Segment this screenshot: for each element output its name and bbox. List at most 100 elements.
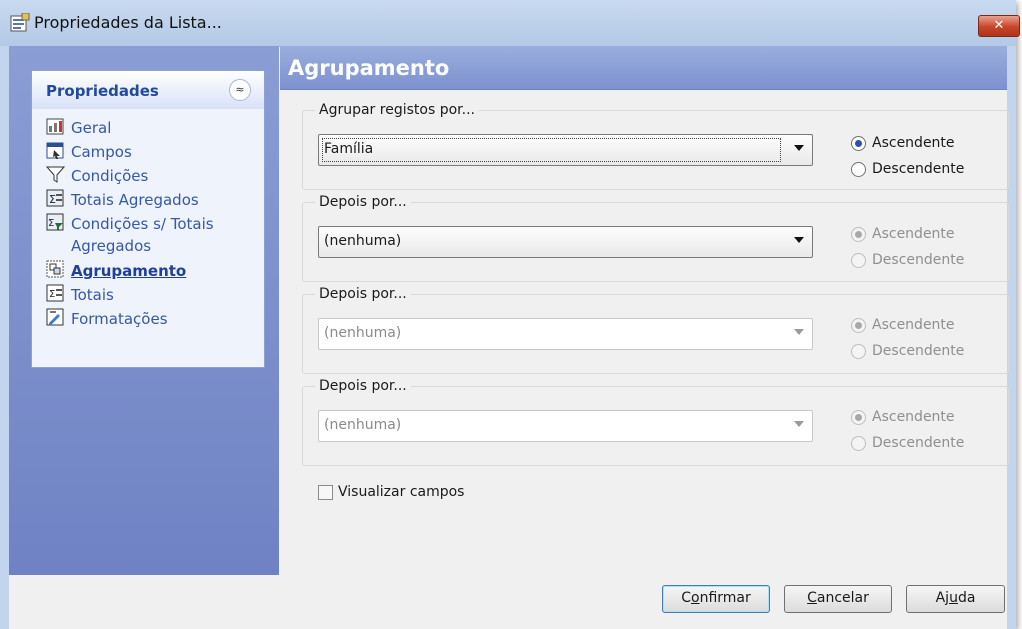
show-fields-checkbox[interactable]: Visualizar campos xyxy=(318,484,464,500)
title-bar[interactable]: Propriedades da Lista... ✕ xyxy=(0,0,1020,47)
radio-label: Ascendente xyxy=(872,317,955,333)
radio-ascendente-3[interactable]: Ascendente xyxy=(851,317,955,333)
group-field-select-3[interactable]: (nenhuma) xyxy=(318,318,813,350)
focus-rectangle xyxy=(322,138,781,162)
group-legend: Depois por... xyxy=(315,194,411,210)
properties-panel-header[interactable]: Propriedades ≈ xyxy=(32,71,264,109)
fields-icon xyxy=(46,142,64,159)
aggregate-totals-icon: Σ xyxy=(46,189,64,207)
radio-ascendente-1[interactable]: Ascendente xyxy=(851,135,955,151)
collapse-button[interactable]: ≈ xyxy=(229,79,251,101)
confirm-label-pre: C xyxy=(681,590,691,606)
sidebar-item-campos[interactable]: Campos xyxy=(46,141,132,163)
select-value: (nenhuma) xyxy=(324,417,402,433)
chevron-up-double-icon: ≈ xyxy=(235,83,245,96)
sidebar-item-geral[interactable]: Geral xyxy=(46,117,111,139)
radio-button[interactable] xyxy=(851,161,866,177)
confirm-button[interactable]: Confirmar xyxy=(662,585,770,613)
properties-panel-body: Geral Campos Condições Σ Totais Agregado… xyxy=(32,109,264,367)
close-icon: ✕ xyxy=(993,18,1005,33)
radio-label: Ascendente xyxy=(872,226,955,242)
radio-button[interactable] xyxy=(851,435,866,451)
help-label-post: da xyxy=(957,590,976,606)
select-value: (nenhuma) xyxy=(324,325,402,341)
help-label-accel: u xyxy=(949,590,958,606)
group-field-select-1[interactable]: Família xyxy=(318,134,813,166)
select-value: Família xyxy=(324,141,374,157)
properties-panel: Propriedades ≈ Geral Campos Condições Σ … xyxy=(31,70,265,368)
radio-button[interactable] xyxy=(851,252,866,268)
sidebar: Propriedades ≈ Geral Campos Condições Σ … xyxy=(9,46,279,575)
sidebar-item-totais-agregados[interactable]: Σ Totais Agregados xyxy=(46,189,199,211)
radio-label: Ascendente xyxy=(872,409,955,425)
list-properties-icon xyxy=(10,13,30,32)
sidebar-item-label: Agrupamento xyxy=(71,262,187,280)
confirm-label-post: nfirmar xyxy=(699,590,751,606)
sidebar-item-label: Condições s/ Totais Agregados xyxy=(71,213,214,257)
chevron-down-icon xyxy=(794,145,804,151)
radio-button[interactable] xyxy=(851,409,866,425)
radio-label: Ascendente xyxy=(872,135,955,151)
radio-label: Descendente xyxy=(872,435,965,451)
radio-descendente-4[interactable]: Descendente xyxy=(851,435,964,451)
select-value: (nenhuma) xyxy=(324,233,402,249)
cancel-label-post: ancelar xyxy=(816,590,869,606)
svg-text:Σ: Σ xyxy=(49,193,56,206)
group-by-quaternary: Depois por... (nenhuma) Ascendente Desce… xyxy=(302,378,1009,466)
aggregate-conditions-icon: Σ xyxy=(46,213,64,231)
chevron-down-icon xyxy=(794,329,804,335)
radio-button[interactable] xyxy=(851,226,866,242)
checkbox-label: Visualizar campos xyxy=(338,484,465,500)
page-title: Agrupamento xyxy=(288,56,450,80)
radio-ascendente-4[interactable]: Ascendente xyxy=(851,409,955,425)
sidebar-item-condicoes[interactable]: Condições xyxy=(46,165,148,187)
group-by-primary: Agrupar registos por... Família Ascenden… xyxy=(302,102,1009,190)
sidebar-item-condicoes-totais-agregados[interactable]: Σ Condições s/ Totais Agregados xyxy=(46,213,214,257)
sidebar-item-label: Geral xyxy=(71,119,112,137)
group-by-secondary: Depois por... (nenhuma) Ascendente Desce… xyxy=(302,194,1009,282)
sidebar-item-agrupamento[interactable]: Agrupamento xyxy=(46,260,186,282)
content-header: Agrupamento xyxy=(280,46,1007,90)
properties-dialog: Propriedades da Lista... ✕ Propriedades … xyxy=(0,0,1020,629)
sidebar-item-label-line2: Agregados xyxy=(71,237,152,255)
sidebar-item-label: Campos xyxy=(71,143,132,161)
radio-button[interactable] xyxy=(851,135,866,151)
radio-descendente-1[interactable]: Descendente xyxy=(851,161,964,177)
sidebar-item-label: Formatações xyxy=(71,310,168,328)
radio-descendente-3[interactable]: Descendente xyxy=(851,343,964,359)
group-legend: Agrupar registos por... xyxy=(315,102,479,118)
group-by-tertiary: Depois por... (nenhuma) Ascendente Desce… xyxy=(302,286,1009,374)
group-field-select-4[interactable]: (nenhuma) xyxy=(318,410,813,442)
sidebar-item-label-line1: Condições s/ Totais xyxy=(71,215,214,233)
sidebar-item-label: Totais xyxy=(71,286,114,304)
properties-panel-title: Propriedades xyxy=(46,82,159,100)
radio-label: Descendente xyxy=(872,252,965,268)
sidebar-item-formatacoes[interactable]: Formatações xyxy=(46,308,168,330)
filter-icon xyxy=(46,166,65,183)
sidebar-item-label: Totais Agregados xyxy=(71,191,199,209)
radio-button[interactable] xyxy=(851,343,866,359)
grouping-icon xyxy=(46,260,64,278)
radio-descendente-2[interactable]: Descendente xyxy=(851,252,964,268)
radio-label: Descendente xyxy=(872,161,965,177)
window-border-left xyxy=(0,46,9,629)
help-button[interactable]: Ajuda xyxy=(906,585,1005,613)
group-legend: Depois por... xyxy=(315,286,411,302)
sidebar-item-label: Condições xyxy=(71,167,149,185)
help-label-pre: Aj xyxy=(935,590,950,606)
confirm-label-accel: o xyxy=(691,590,700,606)
group-field-select-2[interactable]: (nenhuma) xyxy=(318,226,813,258)
radio-button[interactable] xyxy=(851,317,866,333)
sidebar-item-totais[interactable]: Σ Totais xyxy=(46,284,114,306)
radio-label: Descendente xyxy=(872,343,965,359)
chevron-down-icon xyxy=(794,421,804,427)
radio-ascendente-2[interactable]: Ascendente xyxy=(851,226,955,242)
chevron-down-icon xyxy=(794,237,804,243)
totals-icon: Σ xyxy=(46,284,64,302)
svg-text:Σ: Σ xyxy=(49,289,55,300)
cancel-button[interactable]: Cancelar xyxy=(784,585,892,613)
checkbox-box[interactable] xyxy=(318,484,333,500)
group-legend: Depois por... xyxy=(315,378,411,394)
close-button[interactable]: ✕ xyxy=(978,15,1020,37)
cancel-label-accel: C xyxy=(807,590,817,606)
